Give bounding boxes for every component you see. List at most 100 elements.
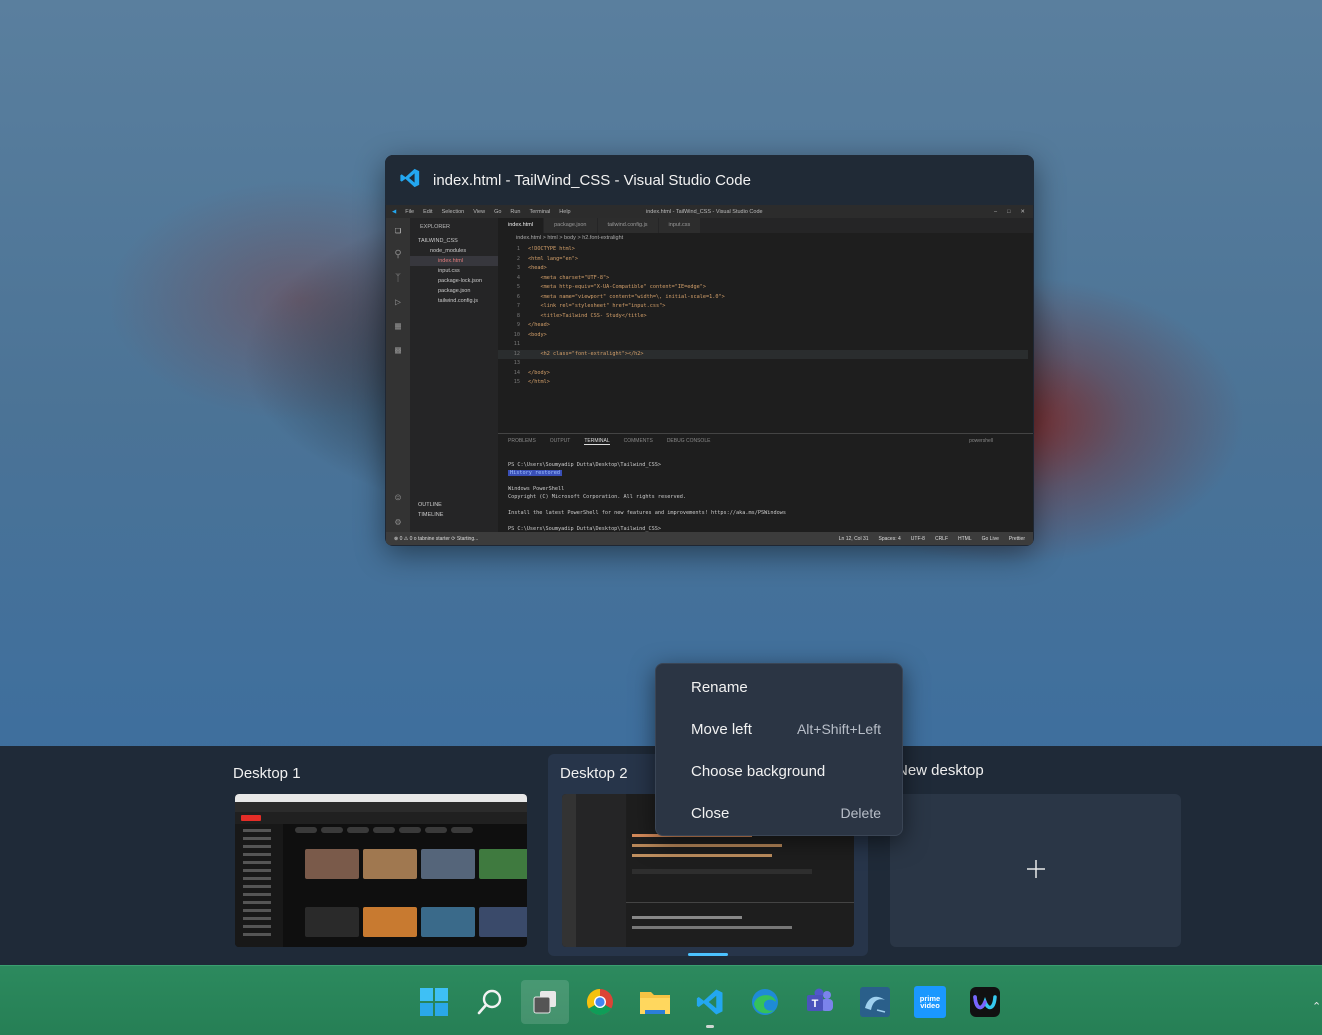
window-controls: – □ ✕ (994, 209, 1025, 215)
menu-item-label: Rename (691, 678, 748, 696)
prime-video-text: prime video (914, 986, 946, 1018)
menu-item-close[interactable]: Close Delete (656, 793, 902, 833)
vscode-activity-bar: ❏ ⚲ ᛉ ▷ ▦ ▩ ☺ ⚙ (386, 218, 410, 532)
status-language: HTML (958, 535, 972, 542)
menu-item-choose-background[interactable]: Choose background (656, 751, 902, 791)
new-desktop-button[interactable] (890, 794, 1181, 947)
youtube-logo-icon (241, 815, 261, 821)
window-title: index.html - TailWind_CSS - Visual Studi… (433, 171, 751, 189)
desktop-1-thumbnail[interactable] (235, 794, 527, 947)
file-item: index.html (410, 256, 498, 266)
status-go-live: Go Live (981, 535, 999, 542)
code-text: </html> (528, 379, 550, 385)
file-item: node_modules (430, 248, 467, 254)
close-icon: ✕ (1020, 208, 1025, 215)
code-line: 7 <link rel="stylesheet" href="input.css… (498, 302, 1028, 312)
taskbar: T prime video (0, 965, 1322, 1035)
teams-icon[interactable]: T (802, 984, 838, 1020)
chevron-up-icon[interactable]: ⌃ (1312, 1000, 1321, 1013)
line-number: 14 (513, 369, 520, 376)
code-line: 8 <title>Tailwind CSS- Study</title> (498, 312, 1028, 322)
file-explorer-icon[interactable] (637, 984, 673, 1020)
line-number: 2 (516, 255, 520, 262)
status-position: Ln 12, Col 31 (838, 535, 869, 542)
minimize-icon: – (994, 208, 998, 215)
tab-package-json: package.json (544, 218, 598, 233)
code-text: <body> (528, 331, 547, 338)
code-line: 12 <h2 class="font-extralight"></h2> (498, 349, 1028, 359)
line-number: 8 (516, 312, 520, 319)
menu-item-rename[interactable]: Rename (656, 667, 902, 707)
menu-item-label: Move left (691, 720, 752, 738)
window-title-bar[interactable]: index.html - TailWind_CSS - Visual Studi… (385, 155, 1034, 205)
shell-label: powershell (969, 438, 993, 444)
code-editor: 1 <!DOCTYPE html> 2 <html lang="en"> 3 <head>… (498, 245, 1028, 425)
vscode-tabs: index.html package.json tailwind.config.… (498, 218, 1033, 233)
menu-selection: Selection (441, 208, 465, 215)
line-number: 6 (516, 293, 520, 300)
code-line: 11 (498, 340, 1028, 350)
vscode-explorer: EXPLORER TAILWIND_CSS node_modules index… (410, 218, 498, 532)
menu-item-move-left[interactable]: Move left Alt+Shift+Left (656, 709, 902, 749)
file-item: package-lock.json (438, 278, 483, 284)
menu-view: View (473, 208, 486, 215)
running-app-indicator (706, 1025, 714, 1028)
menu-go: Go (494, 208, 502, 215)
source-control-icon: ᛉ (395, 272, 401, 284)
code-text: <head> (528, 265, 547, 271)
breadcrumb: index.html > html > body > h2.font-extra… (516, 235, 624, 241)
status-eol: CRLF (934, 535, 949, 542)
extensions-icon: ▦ (394, 320, 402, 332)
windows-start-icon[interactable] (416, 984, 452, 1020)
menu-file: File (405, 208, 415, 215)
outline-label: OUTLINE (418, 502, 442, 508)
explorer-label: EXPLORER (420, 224, 450, 230)
mysql-workbench-icon[interactable] (857, 984, 893, 1020)
code-text: <title>Tailwind CSS- Study</title> (528, 312, 647, 319)
timeline-label: TIMELINE (418, 512, 444, 518)
desktop-1-label[interactable]: Desktop 1 (233, 765, 301, 782)
remote-icon: ▩ (394, 344, 402, 356)
search-icon[interactable] (472, 984, 508, 1020)
window-preview-vscode[interactable]: index.html - TailWind_CSS - Visual Studi… (385, 155, 1034, 546)
status-bar: ⊗ 0 ⚠ 0 o tabnine starter ⟳ Starting... … (386, 532, 1033, 545)
code-line: 1 <!DOCTYPE html> (498, 245, 1028, 255)
menu-help: Help (559, 208, 571, 215)
edge-icon[interactable] (747, 984, 783, 1020)
menu-terminal: Terminal (529, 208, 551, 215)
code-text: <meta http-equiv="X-UA-Compatible" conte… (528, 284, 707, 290)
chrome-icon[interactable] (582, 984, 618, 1020)
code-text: <link rel="stylesheet" href="input.css"> (528, 303, 666, 309)
code-line: 3 <head> (498, 264, 1028, 274)
line-number: 10 (513, 331, 520, 338)
file-item: package.json (438, 288, 471, 294)
menu-item-shortcut: Alt+Shift+Left (796, 721, 881, 737)
code-text: <html lang="en"> (528, 255, 578, 262)
menu-run: Run (510, 208, 521, 215)
status-prettier: Prettier (1008, 535, 1025, 542)
code-line: 9 </head> (498, 321, 1028, 331)
code-text: </body> (528, 369, 550, 376)
explorer-icon: ❏ (394, 224, 402, 236)
desktop-2-label[interactable]: Desktop 2 (560, 765, 628, 782)
task-view-icon[interactable] (521, 980, 569, 1024)
line-number: 9 (516, 322, 520, 328)
file-item: input.css (438, 268, 460, 274)
code-line: 13 (498, 359, 1028, 369)
code-line: 10 <body> (498, 331, 1028, 341)
menu-item-label: Close (691, 804, 730, 822)
prime-video-icon[interactable]: prime video (912, 984, 948, 1020)
tab-tailwind-config: tailwind.config.js (597, 218, 659, 233)
webex-icon[interactable] (967, 984, 1003, 1020)
tab-index-html: index.html (498, 218, 545, 233)
new-desktop-label[interactable]: New desktop (897, 762, 1017, 779)
panel-tab-debug-console: DEBUG CONSOLE (666, 438, 711, 444)
vscode-icon[interactable] (692, 984, 728, 1020)
run-debug-icon: ▷ (394, 296, 402, 308)
code-line: 4 <meta charset="UTF-8"> (498, 274, 1028, 284)
file-item: tailwind.config.js (438, 298, 479, 304)
code-text: <h2 class="font-extralight"></h2> (528, 350, 644, 357)
search-icon: ⚲ (394, 248, 402, 260)
current-desktop-indicator (688, 953, 728, 956)
terminal-panel: PROBLEMS OUTPUT TERMINAL COMMENTS DEBUG … (498, 433, 1033, 532)
